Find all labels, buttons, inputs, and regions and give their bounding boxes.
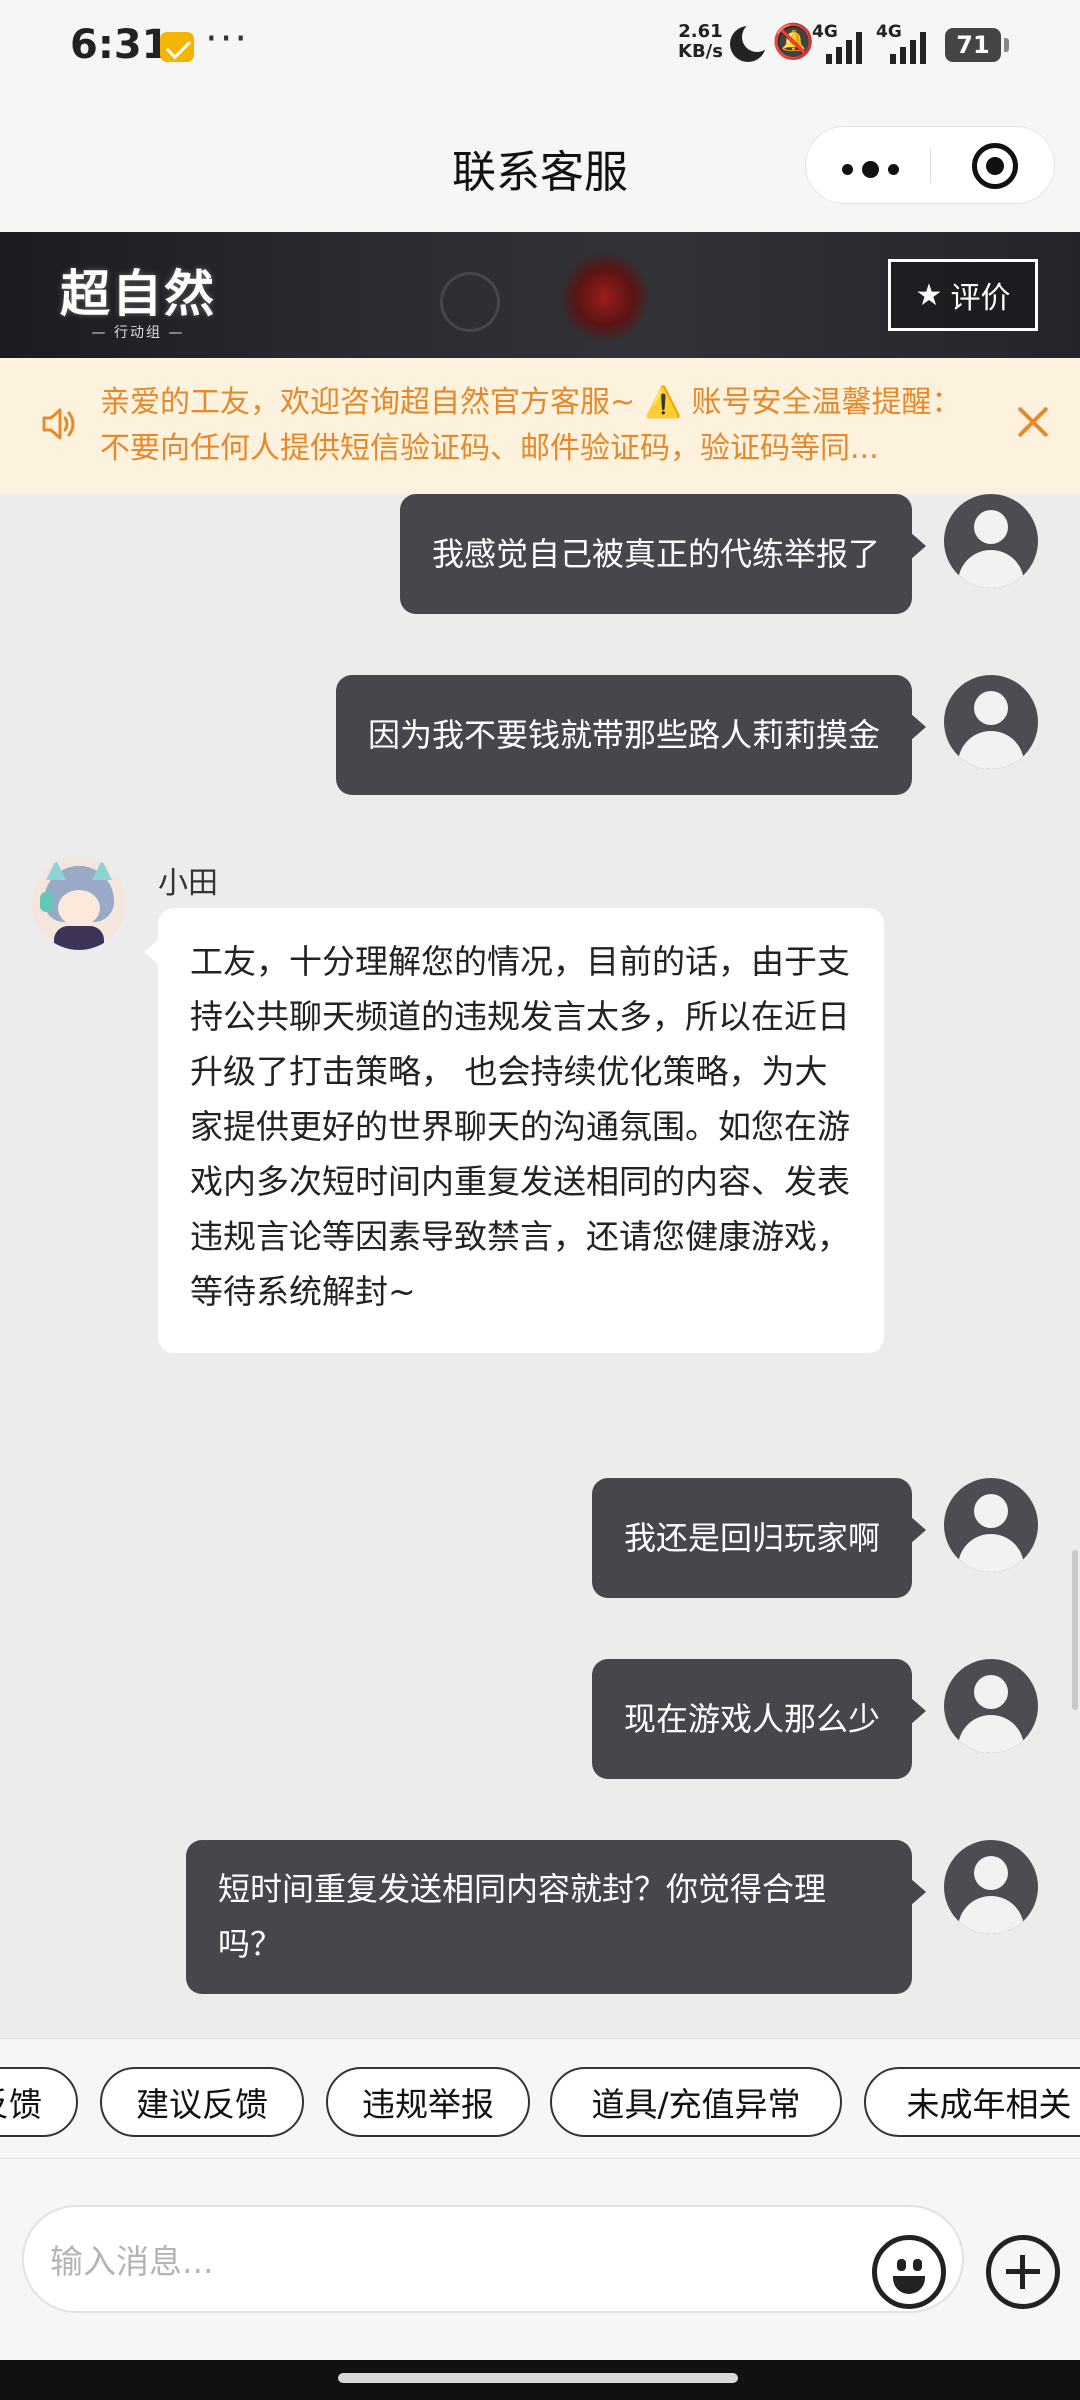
network-speed: 2.61 KB/s xyxy=(678,22,723,62)
user-avatar[interactable] xyxy=(944,1840,1038,1934)
banner-decoration xyxy=(440,272,500,332)
agent-avatar[interactable] xyxy=(32,856,126,950)
user-avatar[interactable] xyxy=(944,494,1038,588)
game-logo-title: 超自然 xyxy=(60,264,216,323)
gesture-area xyxy=(0,2360,1080,2400)
message-input-container[interactable] xyxy=(22,2205,964,2313)
user-message-bubble[interactable]: 因为我不要钱就带那些路人莉莉摸金 xyxy=(335,675,927,795)
user-message-bubble[interactable]: 我还是回归玩家啊 xyxy=(591,1478,927,1598)
battery-indicator: 71 xyxy=(945,28,1009,62)
user-avatar[interactable] xyxy=(944,1659,1038,1753)
quick-reply-chip[interactable]: 反馈 xyxy=(0,2067,78,2137)
quick-reply-chip[interactable]: 道具/充值异常 xyxy=(550,2067,842,2137)
star-icon: ★ xyxy=(915,277,943,313)
quick-reply-chip[interactable]: 未成年相关 xyxy=(864,2067,1080,2137)
user-message-bubble[interactable]: 我感觉自己被真正的代练举报了 xyxy=(399,494,927,614)
close-mini-program-icon[interactable] xyxy=(972,143,1018,189)
quick-reply-bar[interactable]: 反馈 建议反馈 违规举报 道具/充值异常 未成年相关 xyxy=(0,2038,1080,2158)
chat-area[interactable]: 我感觉自己被真正的代练举报了 因为我不要钱就带那些路人莉莉摸金 小田 工友，十分… xyxy=(0,494,1080,2038)
mute-bell-icon: 🔕 xyxy=(772,22,815,62)
mini-program-capsule xyxy=(805,126,1055,204)
banner-emblem xyxy=(560,252,650,342)
more-notifications-indicator: ··· xyxy=(205,16,250,62)
do-not-disturb-icon xyxy=(730,22,772,62)
user-message-bubble[interactable]: 短时间重复发送相同内容就封？你觉得合理吗？ xyxy=(186,1840,926,1994)
more-options-icon[interactable] xyxy=(842,161,899,178)
mail-notification-icon xyxy=(160,32,194,62)
status-time: 6:31 xyxy=(70,22,170,68)
agent-message-bubble[interactable]: 工友，十分理解您的情况，目前的话，由于支持公共聊天频道的违规发言太多，所以在近日… xyxy=(144,908,884,1353)
notice-text[interactable]: 亲爱的工友，欢迎咨询超自然官方客服~ ⚠️ 账号安全温馨提醒： 不要向任何人提供… xyxy=(100,380,1000,472)
home-gesture-bar[interactable] xyxy=(338,2373,738,2383)
nav-bar: 联系客服 xyxy=(0,96,1080,232)
emoji-icon[interactable] xyxy=(872,2235,946,2309)
message-input[interactable] xyxy=(50,2231,850,2291)
speaker-icon xyxy=(42,408,75,440)
quick-reply-chip[interactable]: 违规举报 xyxy=(326,2067,530,2137)
input-bar xyxy=(0,2158,1080,2360)
game-logo: 超自然 — 行动组 — xyxy=(60,254,216,342)
add-attachment-icon[interactable] xyxy=(986,2235,1060,2309)
notice-bar: 亲爱的工友，欢迎咨询超自然官方客服~ ⚠️ 账号安全温馨提醒： 不要向任何人提供… xyxy=(0,358,1080,494)
rate-button-label: 评价 xyxy=(950,281,1011,316)
user-message-bubble[interactable]: 现在游戏人那么少 xyxy=(591,1659,927,1779)
game-banner: 超自然 — 行动组 — ★ 评价 xyxy=(0,232,1080,358)
rate-button[interactable]: ★ 评价 xyxy=(888,259,1038,331)
network-speed-value: 2.61 xyxy=(678,21,723,42)
agent-name: 小田 xyxy=(158,866,218,901)
status-bar: 6:31 ··· 2.61 KB/s 🔕 4G 4G 71 xyxy=(0,0,1080,96)
user-avatar[interactable] xyxy=(944,1478,1038,1572)
close-notice-icon[interactable] xyxy=(1013,402,1053,442)
chat-scrollbar[interactable] xyxy=(1072,1550,1078,1710)
network-speed-unit: KB/s xyxy=(678,41,723,62)
quick-reply-chip[interactable]: 建议反馈 xyxy=(100,2067,304,2137)
user-avatar[interactable] xyxy=(944,675,1038,769)
capsule-divider xyxy=(930,149,931,183)
